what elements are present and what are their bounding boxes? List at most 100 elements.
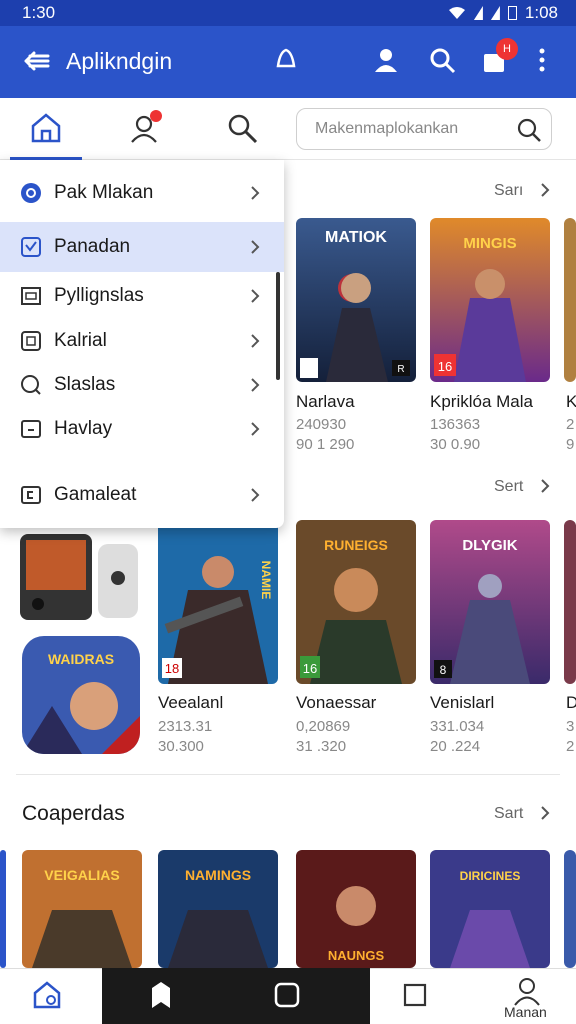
chevron-right-icon[interactable] bbox=[538, 183, 552, 197]
search-placeholder: Makenmaplokankan bbox=[315, 120, 459, 137]
game-card[interactable]: MINGIS 16 bbox=[430, 218, 550, 382]
card-title: K bbox=[566, 392, 576, 411]
app-bar: Aplikndgin H bbox=[0, 26, 576, 98]
game-card[interactable]: DLYGIK 8 bbox=[430, 520, 550, 684]
menu-item-label: Havlay bbox=[54, 418, 113, 439]
game-card[interactable]: NAUNGS bbox=[296, 850, 416, 968]
home-icon bbox=[31, 113, 61, 143]
chevron-right-icon bbox=[251, 422, 260, 436]
window-icon bbox=[21, 287, 41, 305]
card-art-title: DIRICINES bbox=[460, 869, 521, 883]
card-stat-2: 30 0.90 bbox=[430, 436, 481, 453]
menu-item-5[interactable]: Havlay bbox=[0, 404, 284, 454]
menu-item-label: Pyllignslas bbox=[54, 285, 144, 306]
chevron-right-icon bbox=[251, 378, 260, 392]
card-title: Narlava bbox=[296, 392, 355, 411]
card-title: Kpriklóa Mala bbox=[430, 392, 533, 411]
bookmark-nav-icon[interactable] bbox=[146, 980, 176, 1010]
rating-badge: 16 bbox=[438, 359, 452, 374]
game-console-image bbox=[20, 530, 140, 626]
game-card[interactable]: RUNEIGS 16 bbox=[296, 520, 416, 684]
rating-badge: 18 bbox=[165, 661, 179, 676]
profile-nav-icon[interactable] bbox=[512, 976, 542, 1006]
card-title: Venislarl bbox=[430, 693, 495, 712]
game-card-partial[interactable] bbox=[564, 850, 576, 968]
tab-search[interactable] bbox=[224, 110, 260, 146]
cart-button[interactable]: H bbox=[480, 38, 518, 74]
menu-item-6[interactable]: Gamaleat bbox=[0, 470, 284, 520]
card-art-title: RUNEIGS bbox=[324, 537, 388, 553]
menu-item-label: Kalrial bbox=[54, 330, 107, 351]
search-input[interactable]: Makenmaplokankan bbox=[296, 108, 552, 150]
wifi-icon bbox=[448, 7, 465, 19]
card-stat-1: 2313.31 bbox=[158, 718, 213, 735]
card-stat-1: 331.034 bbox=[430, 718, 485, 735]
menu-item-label: Slaslas bbox=[54, 374, 116, 395]
game-card[interactable]: VEIGALIAS bbox=[22, 850, 142, 968]
featured-game-icon[interactable]: WAIDRAS bbox=[22, 636, 140, 754]
card-stat-1: 240930 bbox=[296, 416, 347, 433]
chevron-right-icon bbox=[251, 488, 260, 502]
menu-item-4[interactable]: Slaslas bbox=[0, 360, 284, 410]
more-icon[interactable] bbox=[528, 46, 556, 74]
battery-icon bbox=[507, 6, 517, 20]
signal-icon-2 bbox=[490, 6, 500, 20]
search-field-icon[interactable] bbox=[515, 116, 543, 144]
menu-scrollbar[interactable] bbox=[276, 272, 280, 380]
game-card-partial[interactable] bbox=[564, 520, 576, 684]
section-3-see-all[interactable]: Sart bbox=[494, 805, 523, 823]
card-art-title: NAMINGS bbox=[185, 867, 251, 883]
card-art-title: VEIGALIAS bbox=[44, 867, 119, 883]
bottom-nav-overlay bbox=[102, 968, 370, 1024]
cart-badge: H bbox=[496, 38, 518, 60]
home-nav-icon[interactable] bbox=[32, 980, 62, 1010]
card-stat-2: 2 bbox=[566, 738, 575, 755]
game-card[interactable]: NAMIE 18 bbox=[158, 520, 278, 684]
section-divider bbox=[16, 774, 560, 775]
card-title: Veealanl bbox=[158, 693, 224, 712]
game-card[interactable]: MATIOK R bbox=[296, 218, 416, 382]
game-card-partial[interactable] bbox=[564, 218, 576, 382]
card-title: D bbox=[566, 693, 576, 712]
search-small-icon bbox=[21, 375, 41, 395]
tab-home[interactable] bbox=[10, 110, 82, 160]
page-title: Aplikndgin bbox=[66, 48, 173, 74]
chevron-right-icon bbox=[251, 240, 260, 254]
section-2-see-all[interactable]: Sert bbox=[494, 478, 523, 496]
profile-nav-label[interactable]: Manan bbox=[504, 1004, 547, 1020]
bell-icon[interactable] bbox=[272, 46, 300, 74]
menu-item-3[interactable]: Kalrial bbox=[0, 316, 284, 366]
square-nav-icon[interactable] bbox=[272, 980, 302, 1010]
chevron-right-icon[interactable] bbox=[538, 479, 552, 493]
status-time: 1:30 bbox=[22, 3, 56, 22]
search-tab-icon bbox=[228, 114, 258, 144]
game-card-partial[interactable] bbox=[0, 850, 6, 968]
card-stat-2: 30.300 bbox=[158, 738, 204, 755]
card-art-title: MATIOK bbox=[325, 229, 387, 246]
card-stat-1: 0,20869 bbox=[296, 718, 351, 735]
profile-icon[interactable] bbox=[372, 46, 400, 74]
rating-badge: R bbox=[397, 364, 404, 375]
menu-item-0[interactable]: Pak Mlakan bbox=[0, 168, 284, 218]
back-arrow-icon[interactable] bbox=[22, 46, 52, 76]
tag-icon bbox=[21, 237, 41, 257]
recent-nav-icon[interactable] bbox=[400, 980, 430, 1010]
card-stat-1: 2 bbox=[566, 416, 575, 433]
square-icon bbox=[21, 331, 41, 351]
chevron-right-icon[interactable] bbox=[538, 806, 552, 820]
menu-item-1[interactable]: Panadan bbox=[0, 222, 284, 272]
search-icon[interactable] bbox=[428, 46, 456, 74]
chevron-right-icon bbox=[251, 334, 260, 348]
game-card[interactable]: NAMINGS bbox=[158, 850, 278, 968]
section-1-see-all[interactable]: Sarı bbox=[494, 182, 523, 200]
chevron-right-icon bbox=[251, 186, 260, 200]
section-title: Coaperdas bbox=[22, 802, 125, 825]
game-card[interactable]: DIRICINES bbox=[430, 850, 550, 968]
menu-item-label: Panadan bbox=[54, 236, 131, 257]
menu-item-2[interactable]: Pyllignslas bbox=[0, 271, 284, 321]
tab-notifications[interactable] bbox=[126, 110, 162, 146]
frame-icon bbox=[21, 420, 41, 438]
status-bar: 1:30 1:08 bbox=[0, 0, 576, 26]
card-art-title: WAIDRAS bbox=[48, 651, 114, 667]
card-art-title: DLYGIK bbox=[462, 537, 517, 554]
